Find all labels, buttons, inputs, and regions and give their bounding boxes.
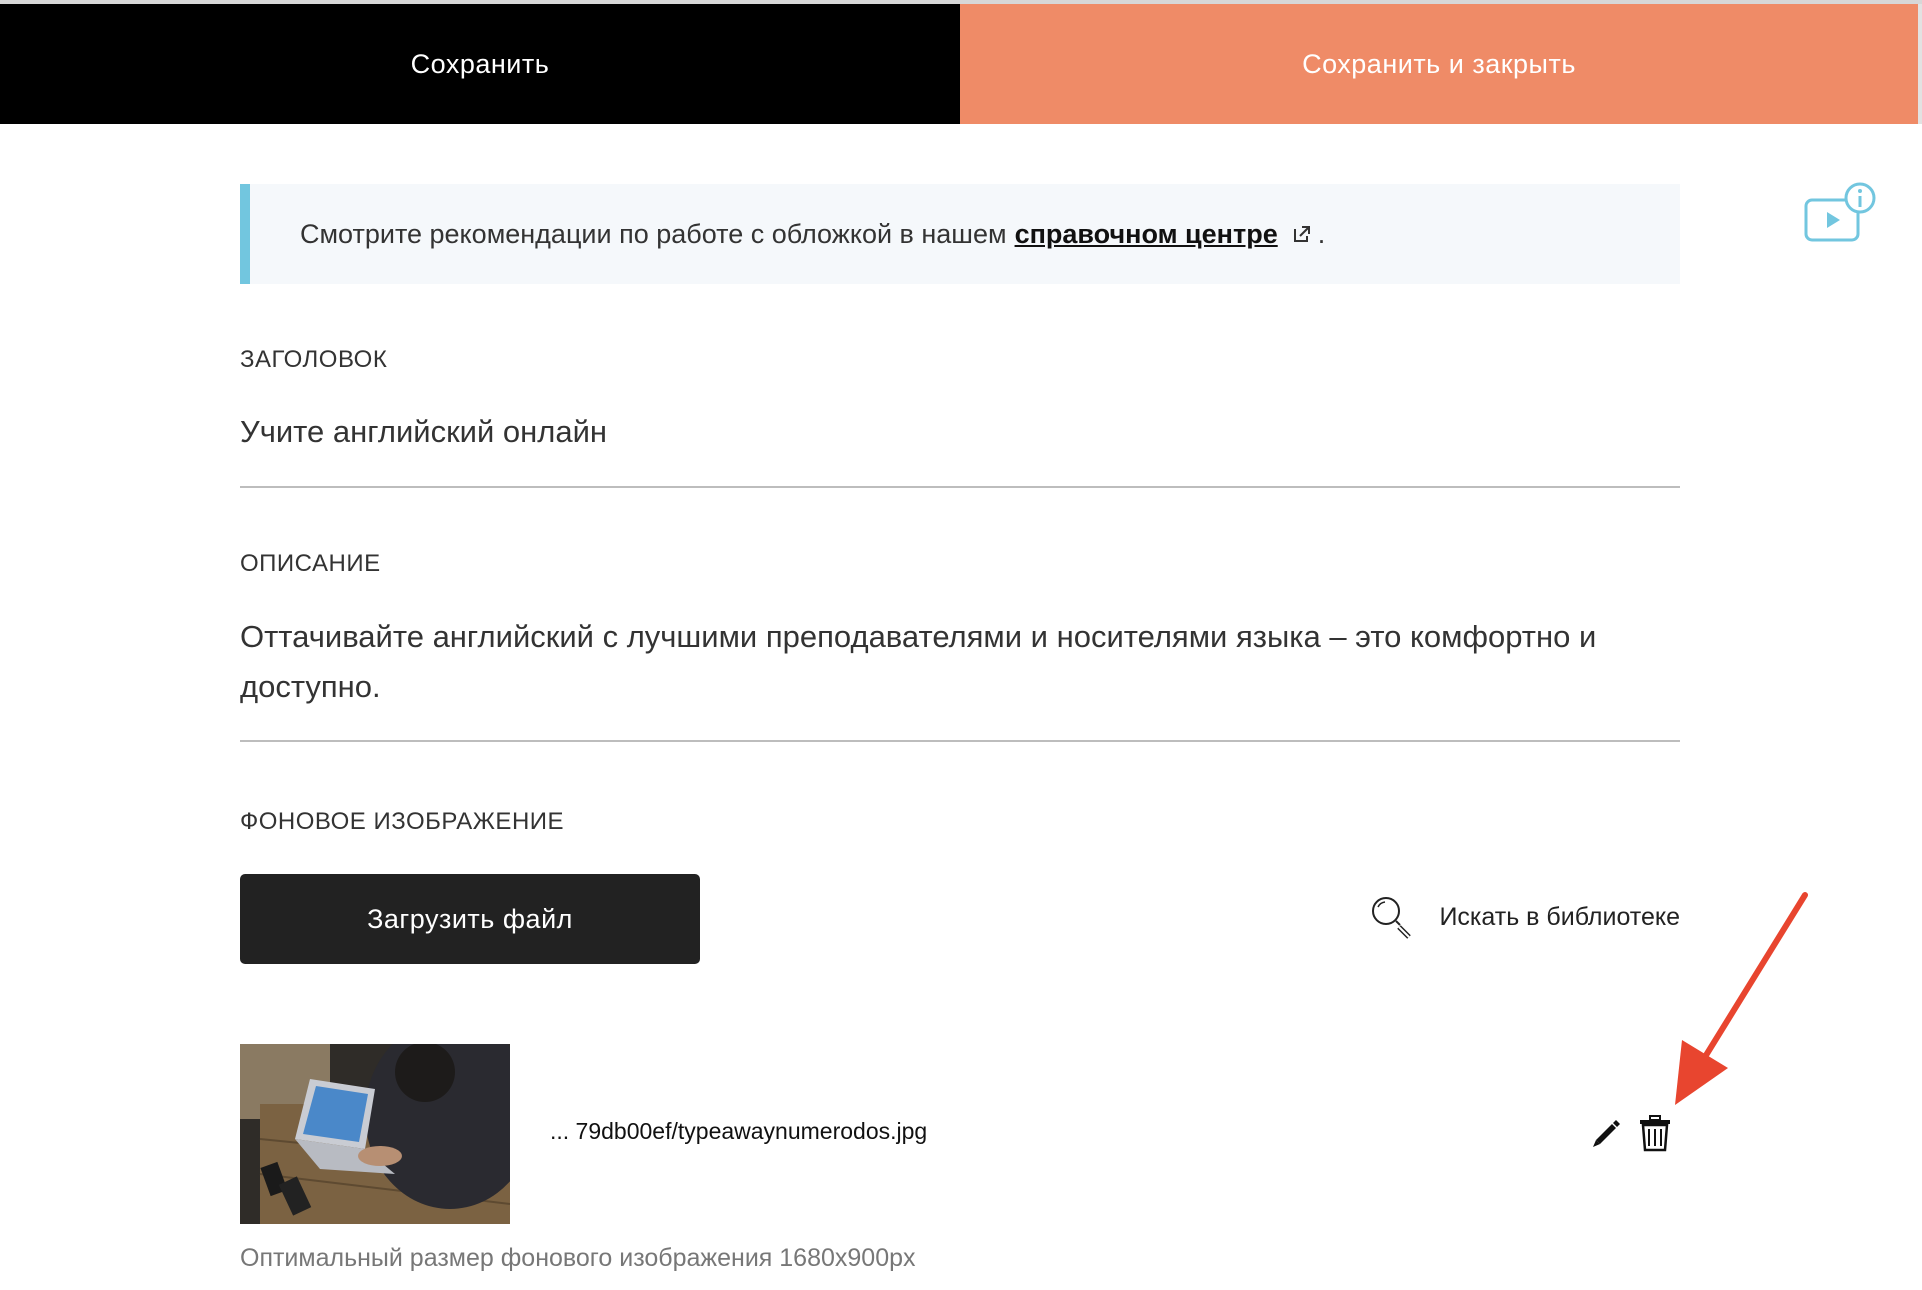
- info-text: Смотрите рекомендации по работе с обложк…: [300, 218, 1007, 249]
- description-label: ОПИСАНИЕ: [240, 550, 381, 577]
- toolbar: Сохранить Сохранить и закрыть: [0, 4, 1922, 124]
- file-name: ... 79db00ef/typeawaynumerodos.jpg: [550, 1118, 928, 1144]
- upload-file-button[interactable]: Загрузить файл: [240, 874, 700, 964]
- title-label: ЗАГОЛОВОК: [240, 346, 388, 373]
- search-library-label: Искать в библиотеке: [1439, 902, 1680, 931]
- background-image-label: ФОНОВОЕ ИЗОБРАЖЕНИЕ: [240, 808, 565, 835]
- title-divider: [240, 486, 1680, 488]
- scrollbar-track: [1918, 4, 1922, 124]
- description-divider: [240, 740, 1680, 742]
- video-info-icon[interactable]: [1802, 180, 1882, 260]
- image-size-hint: Оптимальный размер фонового изображения …: [240, 1244, 916, 1272]
- edit-icon[interactable]: [1588, 1116, 1624, 1152]
- external-link-icon[interactable]: [1292, 224, 1312, 244]
- info-banner: Смотрите рекомендации по работе с обложк…: [240, 184, 1680, 284]
- title-input[interactable]: Учите английский онлайн: [240, 414, 607, 450]
- save-button[interactable]: Сохранить: [0, 4, 960, 124]
- info-suffix: .: [1317, 218, 1326, 249]
- description-input[interactable]: Оттачивайте английский с лучшими препода…: [240, 612, 1680, 712]
- save-and-close-button[interactable]: Сохранить и закрыть: [960, 4, 1918, 124]
- trash-icon[interactable]: [1638, 1114, 1672, 1152]
- search-icon: [1372, 897, 1412, 939]
- cover-editor-page: Сохранить Сохранить и закрыть Смотрите р…: [0, 0, 1922, 1290]
- uploaded-file-row: ... 79db00ef/typeawaynumerodos.jpg: [240, 1044, 1680, 1224]
- help-center-link[interactable]: справочном центре: [1015, 219, 1278, 250]
- search-library-button[interactable]: Искать в библиотеке: [1369, 892, 1680, 942]
- content-panel: Смотрите рекомендации по работе с обложк…: [240, 184, 1680, 1272]
- background-image-thumbnail: [240, 1044, 510, 1224]
